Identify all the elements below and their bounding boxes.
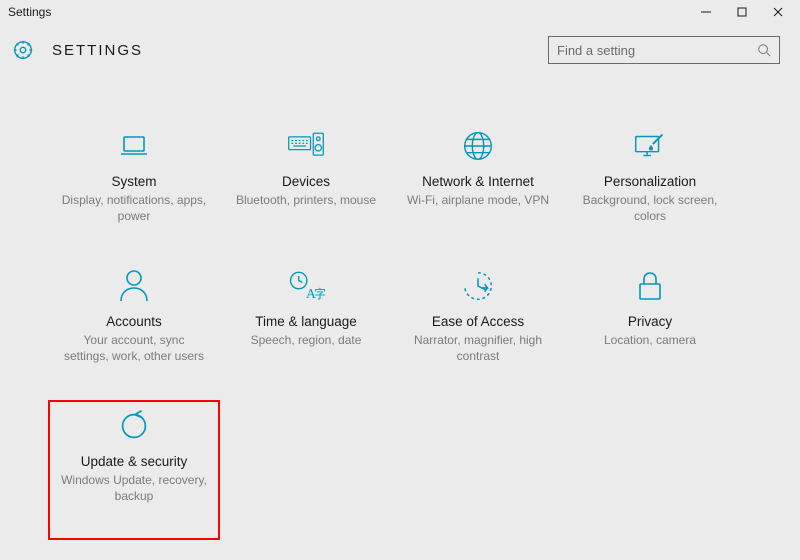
tile-update-security[interactable]: Update & security Windows Update, recove… [48,400,220,540]
tile-desc: Windows Update, recovery, backup [58,472,210,504]
keyboard-speaker-icon [286,126,326,166]
tile-title: Devices [282,174,330,189]
page-title: SETTINGS [52,42,143,59]
tile-desc: Bluetooth, printers, mouse [234,192,378,208]
tile-title: Ease of Access [432,314,524,329]
tile-title: System [111,174,156,189]
tile-ease-of-access[interactable]: Ease of Access Narrator, magnifier, high… [392,260,564,400]
tile-title: Privacy [628,314,672,329]
header: SETTINGS Find a setting [0,24,800,72]
tile-privacy[interactable]: Privacy Location, camera [564,260,736,400]
person-icon [114,266,154,306]
tile-desc: Location, camera [602,332,698,348]
tile-time-language[interactable]: A 字 Time & language Speech, region, date [220,260,392,400]
settings-grid: System Display, notifications, apps, pow… [0,72,800,540]
tile-title: Personalization [604,174,696,189]
laptop-icon [114,126,154,166]
tile-system[interactable]: System Display, notifications, apps, pow… [48,120,220,260]
titlebar: Settings [0,0,800,24]
tile-personalization[interactable]: Personalization Background, lock screen,… [564,120,736,260]
tile-devices[interactable]: Devices Bluetooth, printers, mouse [220,120,392,260]
close-button[interactable] [760,1,796,23]
tile-desc: Your account, sync settings, work, other… [58,332,210,364]
window-title: Settings [4,5,51,19]
tile-desc: Wi-Fi, airplane mode, VPN [405,192,551,208]
tile-accounts[interactable]: Accounts Your account, sync settings, wo… [48,260,220,400]
svg-text:字: 字 [314,287,326,301]
gear-icon [12,39,34,61]
search-input[interactable]: Find a setting [548,36,780,64]
tile-title: Network & Internet [422,174,534,189]
tile-desc: Speech, region, date [249,332,364,348]
tile-desc: Display, notifications, apps, power [58,192,210,224]
tile-title: Time & language [255,314,357,329]
tile-desc: Background, lock screen, colors [574,192,726,224]
maximize-button[interactable] [724,1,760,23]
lock-icon [630,266,670,306]
tile-desc: Narrator, magnifier, high contrast [402,332,554,364]
globe-icon [458,126,498,166]
tile-network[interactable]: Network & Internet Wi-Fi, airplane mode,… [392,120,564,260]
tile-title: Accounts [106,314,162,329]
minimize-button[interactable] [688,1,724,23]
search-icon [757,43,771,57]
monitor-brush-icon [630,126,670,166]
search-placeholder: Find a setting [557,43,757,58]
ease-of-access-icon [458,266,498,306]
clock-language-icon: A 字 [286,266,326,306]
update-icon [114,406,154,446]
tile-title: Update & security [81,454,188,469]
